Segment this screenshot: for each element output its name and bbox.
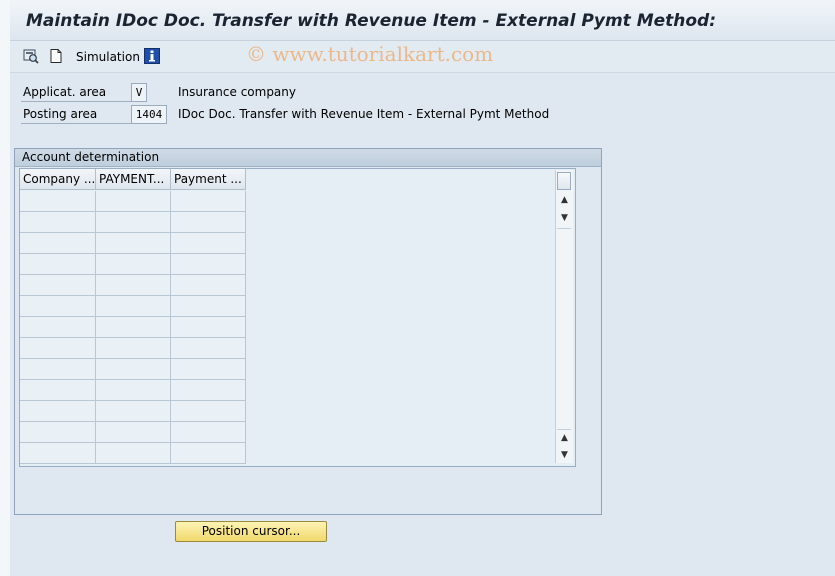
table-row <box>20 443 246 464</box>
table-cell[interactable] <box>171 233 246 254</box>
table-row <box>20 359 246 380</box>
scroll-down-icon[interactable]: ▼ <box>557 210 572 226</box>
table-row <box>20 254 246 275</box>
table-cell[interactable] <box>96 422 171 443</box>
table-cell[interactable] <box>20 401 96 422</box>
table-cell[interactable] <box>171 380 246 401</box>
scroll-thumb[interactable] <box>557 172 571 190</box>
left-margin-strip <box>0 0 10 576</box>
table-cell[interactable] <box>20 296 96 317</box>
group-title: Account determination <box>22 150 160 164</box>
group-header: Account determination <box>15 149 601 167</box>
page-title: Maintain IDoc Doc. Transfer with Revenue… <box>26 11 717 31</box>
table-cell[interactable] <box>171 191 246 212</box>
posting-area-description: IDoc Doc. Transfer with Revenue Item - E… <box>178 107 550 121</box>
table-row <box>20 296 246 317</box>
scroll-page-down-icon[interactable]: ▼ <box>557 447 572 463</box>
table-vertical-scrollbar[interactable]: ▲ ▼ ▲ ▼ <box>555 170 573 463</box>
table-row <box>20 401 246 422</box>
table-cell[interactable] <box>171 422 246 443</box>
column-header-payment-method[interactable]: PAYMENT... <box>96 169 171 190</box>
table-cell[interactable] <box>20 317 96 338</box>
table-cell[interactable] <box>20 275 96 296</box>
table-row <box>20 380 246 401</box>
table-cell[interactable] <box>20 422 96 443</box>
table-row <box>20 212 246 233</box>
table-cell[interactable] <box>96 191 171 212</box>
table-cell[interactable] <box>96 380 171 401</box>
info-icon[interactable] <box>144 48 160 64</box>
table-cell[interactable] <box>171 275 246 296</box>
scroll-up-icon[interactable]: ▲ <box>557 192 572 208</box>
table-row <box>20 422 246 443</box>
table-cell[interactable] <box>171 317 246 338</box>
table-cell[interactable] <box>20 254 96 275</box>
table-cell[interactable] <box>171 296 246 317</box>
watermark-text: © www.tutorialkart.com <box>246 42 494 66</box>
table-cell[interactable] <box>96 212 171 233</box>
table-row <box>20 191 246 212</box>
column-header-company[interactable]: Company ... <box>20 169 96 190</box>
table-cell[interactable] <box>96 233 171 254</box>
application-area-input[interactable]: V <box>131 83 147 102</box>
table-cell[interactable] <box>20 338 96 359</box>
simulation-button[interactable]: Simulation <box>76 50 140 64</box>
table-cell[interactable] <box>96 317 171 338</box>
new-document-icon[interactable] <box>48 48 64 64</box>
table-cell[interactable] <box>20 380 96 401</box>
table-cell[interactable] <box>20 359 96 380</box>
table-cell[interactable] <box>20 233 96 254</box>
posting-area-label: Posting area <box>21 105 131 124</box>
scroll-track[interactable] <box>557 228 571 430</box>
table-cell[interactable] <box>96 254 171 275</box>
scroll-page-up-icon[interactable]: ▲ <box>557 430 572 446</box>
table-row <box>20 317 246 338</box>
application-area-description: Insurance company <box>178 85 296 99</box>
table-cell[interactable] <box>20 443 96 464</box>
table-cell[interactable] <box>96 338 171 359</box>
application-toolbar: Simulation © www.tutorialkart.com <box>10 41 835 73</box>
table-cell[interactable] <box>171 338 246 359</box>
table-cell[interactable] <box>171 254 246 275</box>
table-cell[interactable] <box>96 296 171 317</box>
title-bar: Maintain IDoc Doc. Transfer with Revenue… <box>10 0 835 41</box>
column-header-payment[interactable]: Payment ... <box>171 169 246 190</box>
display-change-icon[interactable] <box>23 48 39 64</box>
table-row <box>20 338 246 359</box>
table-row <box>20 233 246 254</box>
table-cell[interactable] <box>20 191 96 212</box>
table-cell[interactable] <box>171 212 246 233</box>
table-cell[interactable] <box>20 212 96 233</box>
table-cell[interactable] <box>96 401 171 422</box>
table-cell[interactable] <box>96 275 171 296</box>
table-cell[interactable] <box>96 443 171 464</box>
table-row <box>20 275 246 296</box>
table-cell[interactable] <box>96 359 171 380</box>
posting-area-input[interactable]: 1404 <box>131 105 167 124</box>
table-cell[interactable] <box>171 443 246 464</box>
account-determination-table: Company ... PAYMENT... Payment ... <box>19 168 576 467</box>
application-area-label: Applicat. area <box>21 83 131 102</box>
table-cell[interactable] <box>171 401 246 422</box>
position-cursor-button[interactable]: Position cursor... <box>175 521 327 542</box>
table-cell[interactable] <box>171 359 246 380</box>
